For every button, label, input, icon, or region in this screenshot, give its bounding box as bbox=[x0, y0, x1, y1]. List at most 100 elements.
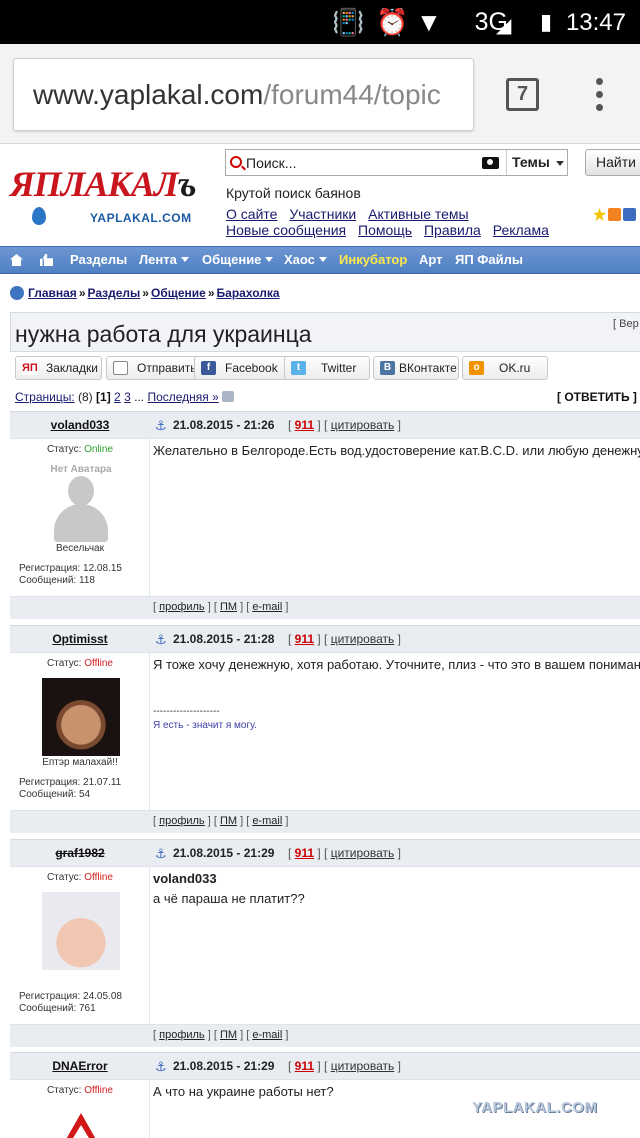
avatar[interactable] bbox=[42, 678, 120, 756]
nav-feed[interactable]: Лента bbox=[139, 252, 189, 267]
page-2[interactable]: 2 bbox=[114, 390, 121, 404]
thumbs-up-icon[interactable] bbox=[40, 254, 53, 266]
email-link[interactable]: e-mail bbox=[252, 601, 282, 613]
search-icon bbox=[230, 156, 242, 168]
user-status: Статус: Offline bbox=[47, 872, 113, 883]
post-footer: [ профиль ] [ ПМ ] [ e-mail ] bbox=[10, 596, 640, 619]
quote-link[interactable]: цитировать bbox=[331, 846, 395, 860]
logo-drop-icon bbox=[32, 207, 46, 225]
breadcrumb-communication[interactable]: Общение bbox=[151, 286, 206, 300]
rating-number[interactable]: 911 bbox=[295, 418, 314, 432]
print-version-link[interactable]: [ Вер bbox=[613, 318, 639, 330]
anchor-icon[interactable]: ⚓ bbox=[155, 846, 167, 862]
camera-icon[interactable] bbox=[482, 157, 499, 169]
alarm-icon: ⏰ bbox=[376, 7, 409, 37]
post-date: 21.08.2015 - 21:29 bbox=[173, 846, 275, 860]
user-rank: Ептэр малахай!! bbox=[42, 757, 118, 768]
breadcrumb-home[interactable]: Главная bbox=[28, 286, 77, 300]
avatar[interactable]: Нет Аватара bbox=[42, 464, 120, 542]
facebook-icon: f bbox=[201, 361, 216, 375]
site-header: ЯПЛАКАЛъ YAPLAKAL.COM Темы Найти Крутой … bbox=[0, 145, 640, 246]
link-ads[interactable]: Реклама bbox=[493, 222, 549, 238]
header-links-row1: О сайте Участники Активные темы bbox=[226, 206, 477, 222]
watermark: YAPLAKAL.COM bbox=[472, 1099, 598, 1116]
arrow-circle-icon bbox=[10, 286, 24, 300]
rating-number[interactable]: 911 bbox=[295, 632, 314, 646]
email-link[interactable]: e-mail bbox=[252, 1029, 282, 1041]
post-author[interactable]: Optimisst bbox=[10, 632, 150, 646]
search-button[interactable]: Найти bbox=[585, 149, 640, 176]
page-3[interactable]: 3 bbox=[124, 390, 131, 404]
link-members[interactable]: Участники bbox=[289, 206, 356, 222]
bookmarks-button[interactable]: ЯП Закладки bbox=[15, 356, 102, 380]
pm-link[interactable]: ПМ bbox=[220, 1029, 237, 1041]
breadcrumb-flea-market[interactable]: Барахолка bbox=[217, 286, 280, 300]
anchor-icon[interactable]: ⚓ bbox=[155, 632, 167, 648]
overflow-menu-icon[interactable] bbox=[593, 78, 605, 112]
link-new-messages[interactable]: Новые сообщения bbox=[226, 222, 346, 238]
email-link[interactable]: e-mail bbox=[252, 815, 282, 827]
facebook-button[interactable]: f Facebook bbox=[194, 356, 290, 380]
nav-chaos[interactable]: Хаос bbox=[284, 252, 327, 267]
link-about[interactable]: О сайте bbox=[226, 206, 277, 222]
profile-link[interactable]: профиль bbox=[159, 601, 205, 613]
ok-button[interactable]: о OK.ru bbox=[462, 356, 548, 380]
home-icon[interactable] bbox=[10, 254, 23, 266]
pm-link[interactable]: ПМ bbox=[220, 815, 237, 827]
link-rules[interactable]: Правила bbox=[424, 222, 481, 238]
pm-link[interactable]: ПМ bbox=[220, 601, 237, 613]
address-bar[interactable]: www.yaplakal.com/forum44/topic bbox=[13, 58, 474, 131]
post-date: 21.08.2015 - 21:29 bbox=[173, 1059, 275, 1073]
user-rank: Весельчак bbox=[56, 543, 104, 554]
link-active-topics[interactable]: Активные темы bbox=[368, 206, 469, 222]
twitter-icon: t bbox=[291, 361, 306, 375]
nav-communication[interactable]: Общение bbox=[202, 252, 274, 267]
post-author[interactable]: voland033 bbox=[10, 418, 150, 432]
page-last[interactable]: Последняя » bbox=[147, 390, 218, 404]
quote-link[interactable]: цитировать bbox=[331, 1059, 395, 1073]
goto-icon[interactable] bbox=[221, 391, 234, 402]
rating-number[interactable]: 911 bbox=[295, 846, 314, 860]
post-author-panel: Статус: Online Нет Аватара Весельчак Рег… bbox=[10, 439, 150, 596]
post: Optimisst ⚓ 21.08.2015 - 21:28 [ 911 ] [… bbox=[10, 625, 640, 838]
post-header: graf1982 ⚓ 21.08.2015 - 21:29 [ 911 ] [ … bbox=[10, 840, 640, 867]
star-icon[interactable] bbox=[593, 208, 606, 221]
nav-art[interactable]: Арт bbox=[419, 252, 443, 267]
battery-icon: ▮ bbox=[540, 9, 553, 34]
profile-link[interactable]: профиль bbox=[159, 815, 205, 827]
page-current: [1] bbox=[96, 390, 111, 404]
rating-number[interactable]: 911 bbox=[295, 1059, 314, 1073]
anchor-icon[interactable]: ⚓ bbox=[155, 418, 167, 434]
quote-link[interactable]: цитировать bbox=[331, 632, 395, 646]
tab-switcher-button[interactable]: 7 bbox=[506, 78, 539, 111]
anchor-icon[interactable]: ⚓ bbox=[155, 1059, 167, 1075]
nav-incubator[interactable]: Инкубатор bbox=[339, 252, 407, 267]
profile-link[interactable]: профиль bbox=[159, 1029, 205, 1041]
clip-icon[interactable] bbox=[623, 208, 636, 221]
avatar[interactable] bbox=[42, 1105, 120, 1138]
send-button[interactable]: Отправить bbox=[106, 356, 201, 380]
rss-icon[interactable] bbox=[608, 208, 621, 221]
twitter-button[interactable]: t Twitter bbox=[284, 356, 370, 380]
breadcrumb-sections[interactable]: Разделы bbox=[88, 286, 141, 300]
quote-link[interactable]: цитировать bbox=[331, 418, 395, 432]
post-author[interactable]: graf1982 bbox=[10, 846, 150, 860]
chevron-down-icon bbox=[318, 257, 327, 262]
reply-button[interactable]: [ ОТВЕТИТЬ ] [ bbox=[557, 390, 640, 404]
chevron-down-icon bbox=[265, 257, 274, 262]
nav-sections[interactable]: Разделы bbox=[70, 252, 127, 267]
avatar[interactable] bbox=[42, 892, 120, 970]
link-help[interactable]: Помощь bbox=[358, 222, 412, 238]
site-logo[interactable]: ЯПЛАКАЛъ YAPLAKAL.COM bbox=[10, 163, 210, 225]
yap-icon: ЯП bbox=[22, 361, 38, 375]
pages-label[interactable]: Страницы: bbox=[15, 390, 75, 404]
post-author[interactable]: DNAError bbox=[10, 1059, 150, 1073]
search-scope-select[interactable]: Темы bbox=[506, 150, 568, 175]
signal-icon: ◢ bbox=[496, 15, 512, 37]
post-tools: [ 911 ] [ цитировать ] bbox=[288, 632, 401, 646]
nav-files[interactable]: ЯП Файлы bbox=[455, 252, 523, 267]
search-input[interactable] bbox=[246, 153, 476, 173]
quoted-user: voland033 bbox=[153, 871, 217, 886]
browser-toolbar: www.yaplakal.com/forum44/topic 7 bbox=[0, 44, 640, 144]
vk-button[interactable]: B ВКонтакте bbox=[373, 356, 459, 380]
